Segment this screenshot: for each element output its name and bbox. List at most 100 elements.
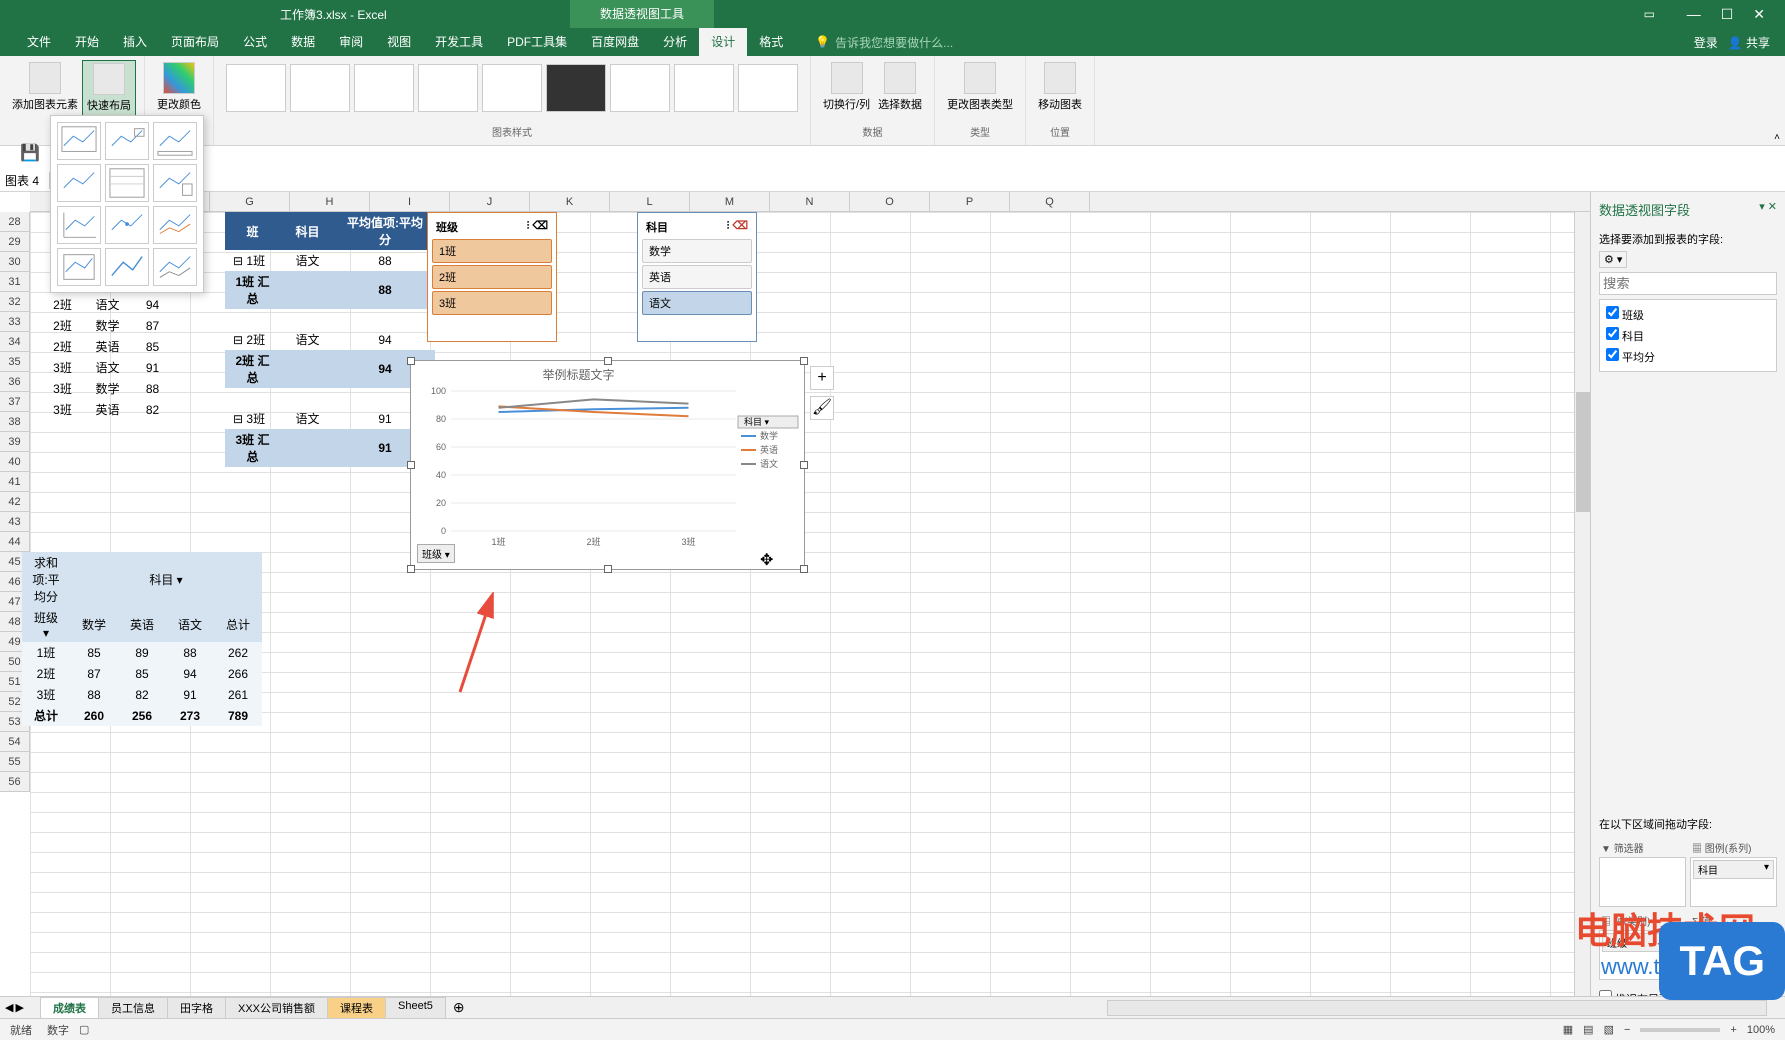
horizontal-scrollbar[interactable] (1107, 1000, 1767, 1016)
menu-page-layout[interactable]: 页面布局 (159, 28, 231, 56)
chart-style-8[interactable] (674, 64, 734, 112)
slicer-subject[interactable]: 科目 ⫶ ⌫ 数学英语语文 (637, 212, 757, 342)
layout-option-10[interactable] (57, 248, 101, 286)
quick-layout-button[interactable]: 快速布局 (82, 60, 136, 116)
legend-field[interactable]: 科目▾ (1693, 860, 1774, 879)
qat-save-icon[interactable]: 💾 (20, 143, 40, 163)
chart-style-2[interactable] (290, 64, 350, 112)
menu-design[interactable]: 设计 (699, 28, 747, 56)
move-chart-button[interactable]: 移动图表 (1034, 60, 1086, 114)
minimize-icon[interactable]: — (1687, 6, 1701, 23)
slicer-item[interactable]: 2班 (432, 265, 552, 289)
add-chart-element-button[interactable]: 添加图表元素 (8, 60, 82, 116)
multi-select-icon[interactable]: ⫶ (727, 220, 730, 232)
layout-option-7[interactable] (57, 206, 101, 244)
macro-record-icon[interactable]: ▢ (79, 1023, 89, 1036)
layout-option-11[interactable] (105, 248, 149, 286)
slicer-item[interactable]: 数学 (642, 239, 752, 263)
ribbon-display-options[interactable]: ▭ (1644, 7, 1655, 21)
layout-option-9[interactable] (153, 206, 197, 244)
menu-insert[interactable]: 插入 (111, 28, 159, 56)
chart-styles-gallery[interactable] (222, 60, 802, 116)
slicer-item[interactable]: 1班 (432, 239, 552, 263)
vertical-scrollbar[interactable] (1574, 212, 1590, 1015)
pivot-table-1[interactable]: 班 科目 平均值项:平均分 ⊟ 1班语文881班 汇总88⊟ 2班语文942班 … (225, 212, 435, 467)
chart-axis-field-button[interactable]: 班级 ▾ (417, 544, 455, 563)
field-options-icon[interactable]: ⚙ ▾ (1599, 251, 1627, 268)
close-pane-icon[interactable]: ✕ (1768, 201, 1777, 213)
view-page-layout-icon[interactable]: ▤ (1583, 1023, 1593, 1036)
chart-styles-button[interactable]: 🖌 (810, 396, 834, 420)
chart-style-7[interactable] (610, 64, 670, 112)
change-chart-type-button[interactable]: 更改图表类型 (943, 60, 1017, 114)
clear-filter-icon[interactable]: ⌫ (732, 220, 748, 232)
filters-area[interactable] (1599, 857, 1686, 907)
layout-option-2[interactable] (105, 122, 149, 160)
slicer-item[interactable]: 3班 (432, 291, 552, 315)
layout-option-6[interactable] (153, 164, 197, 202)
sheet-tab[interactable]: 成绩表 (40, 997, 99, 1019)
layout-option-12[interactable] (153, 248, 197, 286)
legend-area[interactable]: 科目▾ (1690, 857, 1777, 907)
menu-pdf[interactable]: PDF工具集 (495, 28, 579, 56)
sheet-tab[interactable]: 课程表 (327, 997, 386, 1019)
chart-style-5[interactable] (482, 64, 542, 112)
multi-select-icon[interactable]: ⫶ (527, 220, 530, 232)
chart-plot-area[interactable]: 举例标题文字0204060801001班2班3班科目 ▾数学英语语文 (411, 361, 806, 571)
chart-style-4[interactable] (418, 64, 478, 112)
name-box[interactable]: 图表 4 (0, 172, 50, 189)
layout-option-3[interactable] (153, 122, 197, 160)
change-colors-button[interactable]: 更改颜色 (153, 60, 205, 114)
field-item[interactable]: 班级 (1604, 304, 1772, 325)
menu-format[interactable]: 格式 (747, 28, 795, 56)
pivot-chart[interactable]: 举例标题文字0204060801001班2班3班科目 ▾数学英语语文 班级 ▾ … (410, 360, 805, 570)
chart-style-9[interactable] (738, 64, 798, 112)
maximize-icon[interactable]: ☐ (1721, 6, 1734, 23)
collapse-ribbon-icon[interactable]: ˄ (1774, 132, 1780, 143)
field-item[interactable]: 科目 (1604, 325, 1772, 346)
column-headers[interactable]: DEFGHIJKLMNOPQ (30, 192, 1590, 212)
view-normal-icon[interactable]: ▦ (1563, 1023, 1573, 1036)
zoom-in-icon[interactable]: + (1730, 1024, 1736, 1036)
zoom-slider[interactable] (1640, 1028, 1720, 1032)
new-sheet-button[interactable]: ⊕ (445, 999, 473, 1016)
zoom-out-icon[interactable]: − (1624, 1024, 1630, 1036)
menu-view[interactable]: 视图 (375, 28, 423, 56)
sheet-nav-prev-icon[interactable]: ◀ (5, 1001, 13, 1014)
sheet-tab[interactable]: Sheet5 (385, 997, 446, 1019)
field-search-input[interactable] (1599, 272, 1777, 295)
slicer-item[interactable]: 语文 (642, 291, 752, 315)
slicer-class[interactable]: 班级 ⫶ ⌫ 1班2班3班 (427, 212, 557, 342)
menu-baidu[interactable]: 百度网盘 (579, 28, 651, 56)
field-item[interactable]: 平均分 (1604, 346, 1772, 367)
field-list[interactable]: 班级 科目 平均分 (1599, 299, 1777, 372)
sheet-tab[interactable]: 田字格 (167, 997, 226, 1019)
layout-option-8[interactable] (105, 206, 149, 244)
login-link[interactable]: 登录 (1694, 34, 1718, 51)
menu-review[interactable]: 审阅 (327, 28, 375, 56)
menu-dev[interactable]: 开发工具 (423, 28, 495, 56)
layout-option-4[interactable] (57, 164, 101, 202)
switch-row-col-button[interactable]: 切换行/列 (819, 60, 874, 114)
sheet-tab[interactable]: 员工信息 (98, 997, 168, 1019)
select-data-button[interactable]: 选择数据 (874, 60, 926, 114)
share-button[interactable]: 👤 共享 (1728, 34, 1770, 51)
formula-bar[interactable] (71, 173, 1785, 188)
menu-analyze[interactable]: 分析 (651, 28, 699, 56)
menu-formulas[interactable]: 公式 (231, 28, 279, 56)
layout-option-1[interactable] (57, 122, 101, 160)
menu-home[interactable]: 开始 (63, 28, 111, 56)
clear-filter-icon[interactable]: ⌫ (532, 220, 548, 232)
tell-me-search[interactable]: 💡 告诉我您想要做什么... (815, 34, 953, 51)
chart-style-3[interactable] (354, 64, 414, 112)
sheet-tab[interactable]: XXX公司销售额 (225, 997, 328, 1019)
zoom-level[interactable]: 100% (1747, 1024, 1775, 1036)
slicer-item[interactable]: 英语 (642, 265, 752, 289)
chart-style-6[interactable] (546, 64, 606, 112)
menu-data[interactable]: 数据 (279, 28, 327, 56)
worksheet-grid[interactable]: DEFGHIJKLMNOPQ 2829303132333435363738394… (0, 192, 1590, 1015)
close-icon[interactable]: ✕ (1753, 6, 1765, 23)
chart-style-1[interactable] (226, 64, 286, 112)
chart-elements-button[interactable]: + (810, 366, 834, 390)
sheet-nav-next-icon[interactable]: ▶ (15, 1001, 23, 1014)
